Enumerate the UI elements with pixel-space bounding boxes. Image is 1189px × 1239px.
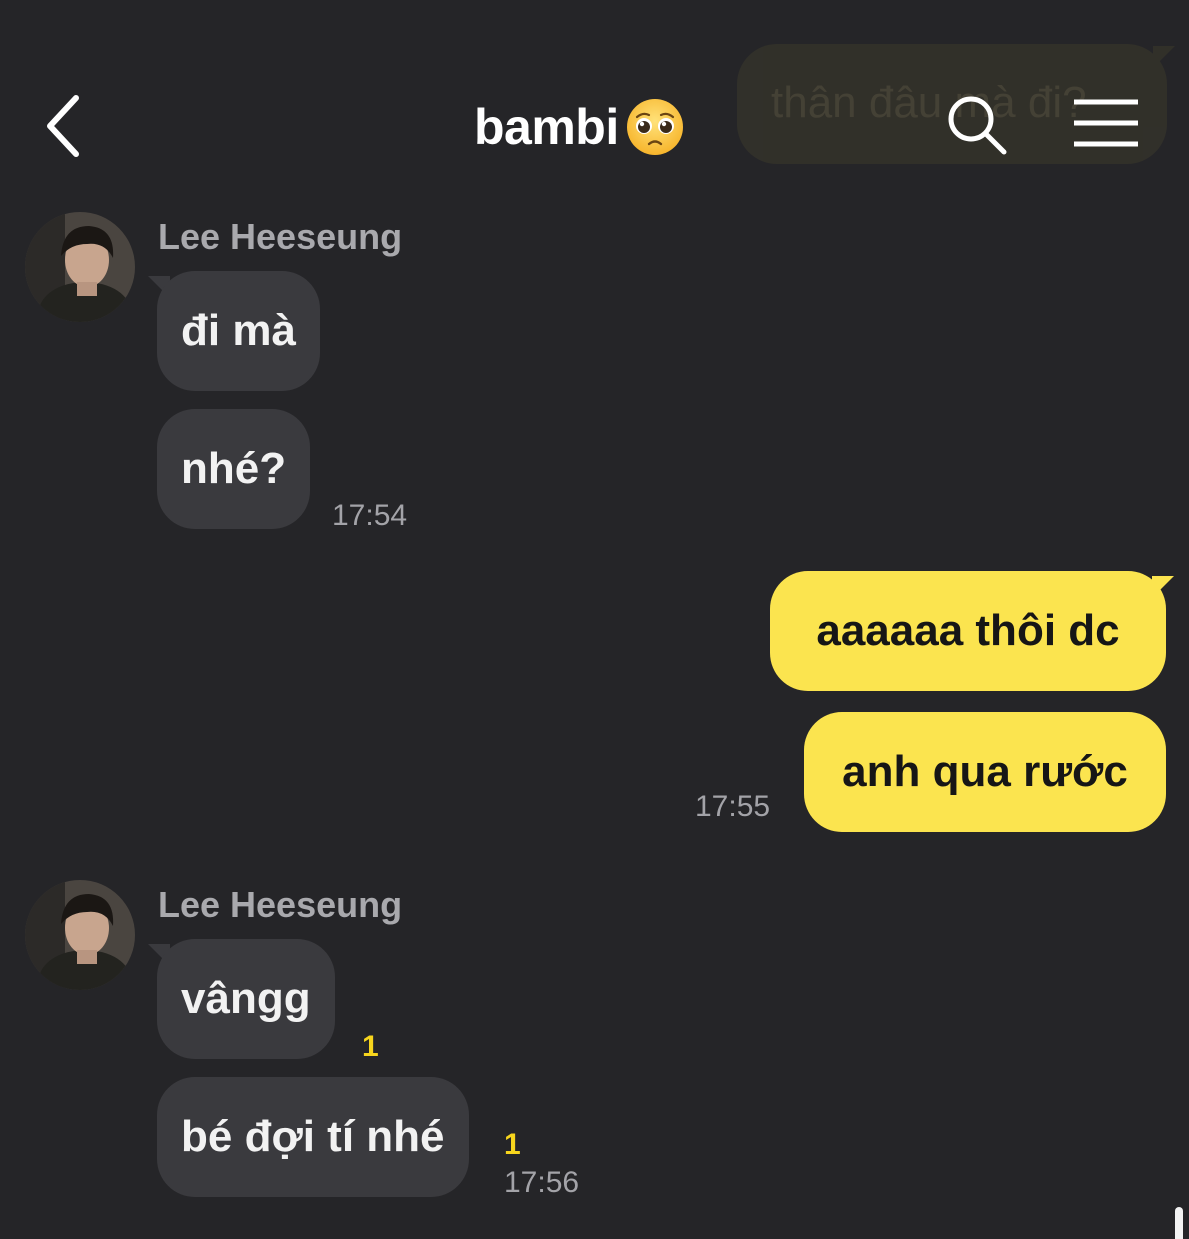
incoming-message-bubble[interactable]: vângg <box>157 939 335 1059</box>
message-text: vângg <box>181 974 311 1023</box>
message-text: bé đợi tí nhé <box>181 1112 445 1161</box>
unread-count: 1 <box>504 1128 521 1161</box>
menu-icon <box>1074 99 1138 147</box>
incoming-message-bubble[interactable]: nhé? <box>157 409 311 529</box>
chat-title-text: bambi <box>474 99 619 155</box>
pleading-face-icon <box>626 99 683 155</box>
outgoing-message-bubble[interactable]: anh qua rước <box>804 712 1166 832</box>
search-icon <box>948 96 1007 155</box>
message-text: aaaaaa thôi dc <box>816 606 1120 655</box>
sender-name: Lee Heeseung <box>158 884 403 925</box>
search-button[interactable] <box>940 88 1014 162</box>
message-text: đi mà <box>181 306 296 355</box>
back-button[interactable] <box>36 88 100 164</box>
chat-title: bambi <box>474 92 685 162</box>
sender-name: Lee Heeseung <box>158 216 403 257</box>
avatar-image <box>25 880 135 990</box>
avatar-image <box>25 212 135 322</box>
ghost-message-text: thân đâu mà đi? <box>771 78 1087 127</box>
chat-screen: thân đâu mà đi? bambi Lee Heeseung đi mà… <box>0 0 1189 1239</box>
menu-button[interactable] <box>1070 94 1142 152</box>
message-text: nhé? <box>181 444 287 493</box>
unread-count: 1 <box>362 1030 379 1063</box>
message-timestamp: 17:54 <box>332 499 408 532</box>
incoming-message-bubble[interactable]: bé đợi tí nhé <box>157 1077 469 1197</box>
incoming-message-bubble[interactable]: đi mà <box>157 271 320 391</box>
scrollbar-thumb[interactable] <box>1175 1207 1183 1239</box>
message-timestamp: 17:55 <box>695 790 771 823</box>
avatar[interactable] <box>25 212 135 322</box>
message-text: anh qua rước <box>842 747 1128 796</box>
message-timestamp: 17:56 <box>504 1166 580 1199</box>
outgoing-message-bubble[interactable]: aaaaaa thôi dc <box>770 571 1166 691</box>
avatar[interactable] <box>25 880 135 990</box>
chevron-left-icon <box>47 95 79 157</box>
